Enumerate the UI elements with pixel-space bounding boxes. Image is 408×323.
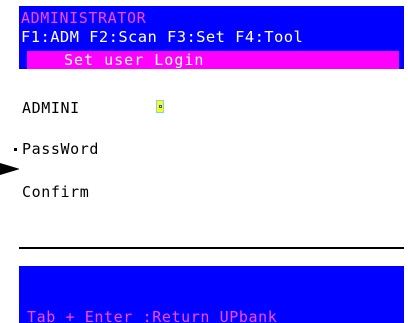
login-panel: ADMINI PassWord Confirm: [19, 69, 404, 266]
confirm-label: Confirm: [22, 183, 90, 201]
admin-input-cursor[interactable]: [156, 100, 164, 113]
window-title: ADMINISTRATOR: [21, 9, 147, 27]
password-label: PassWord: [22, 140, 100, 158]
function-key-menu: F1:ADM F2:Scan F3:Set F4:Tool: [21, 28, 303, 46]
osd-window: ADMINISTRATOR F1:ADM F2:Scan F3:Set F4:T…: [19, 6, 404, 323]
menu-item-tool[interactable]: F4:Tool: [235, 28, 303, 46]
panel-divider: [19, 247, 404, 249]
dialog-header: Set user Login: [27, 51, 399, 69]
menu-item-set[interactable]: F3:Set: [167, 28, 235, 46]
admin-label: ADMINI: [22, 99, 80, 117]
pointer-arrow-icon: [0, 163, 20, 175]
marker-dot: [14, 148, 17, 151]
menu-item-scan[interactable]: F2:Scan: [89, 28, 167, 46]
screen: ADMINISTRATOR F1:ADM F2:Scan F3:Set F4:T…: [0, 0, 408, 323]
footer-hint: Tab + Enter :Return UPbank: [27, 308, 278, 323]
dialog-title: Set user Login: [64, 51, 205, 69]
menu-item-adm[interactable]: F1:ADM: [21, 28, 89, 46]
